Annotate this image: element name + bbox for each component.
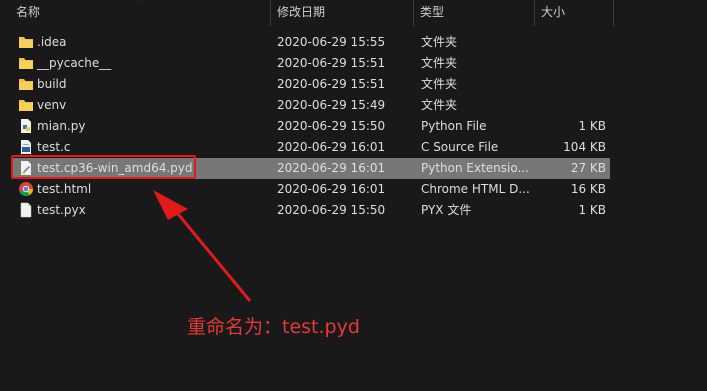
folder-icon (18, 97, 34, 113)
column-divider[interactable] (413, 0, 414, 26)
file-type: Chrome HTML D... (421, 182, 530, 196)
file-name: mian.py (37, 119, 86, 133)
file-date: 2020-06-29 15:50 (277, 203, 386, 217)
file-row[interactable]: .idea 2020-06-29 15:55 文件夹 (12, 32, 610, 53)
file-size (532, 53, 606, 74)
file-type: Python File (421, 119, 487, 133)
file-date: 2020-06-29 15:51 (277, 77, 386, 91)
file-size (532, 74, 606, 95)
column-header-bar: 名称 修改日期 类型 大小 (0, 0, 707, 26)
file-type: 文件夹 (421, 56, 458, 70)
column-header-size[interactable]: 大小 (541, 0, 565, 26)
file-date: 2020-06-29 15:55 (277, 35, 386, 49)
file-size: 27 KB (570, 161, 606, 175)
folder-icon (18, 55, 34, 71)
file-row[interactable]: test.pyx 2020-06-29 15:50 PYX 文件 1 KB (12, 200, 610, 221)
file-size (532, 32, 606, 53)
file-row[interactable]: test.html 2020-06-29 16:01 Chrome HTML D..… (12, 179, 610, 200)
file-name: test.html (37, 182, 92, 196)
column-header-date[interactable]: 修改日期 (277, 0, 325, 26)
folder-icon (18, 76, 34, 92)
file-row[interactable]: venv 2020-06-29 15:49 文件夹 (12, 95, 610, 116)
column-divider[interactable] (613, 0, 614, 26)
file-date: 2020-06-29 16:01 (277, 161, 386, 175)
column-header-type[interactable]: 类型 (420, 0, 444, 26)
file-type: 文件夹 (421, 35, 458, 49)
file-size (532, 95, 606, 116)
blank-file-icon (18, 202, 34, 218)
file-name: build (37, 77, 67, 91)
file-date: 2020-06-29 15:49 (277, 98, 386, 112)
column-divider[interactable] (534, 0, 535, 26)
file-size: 1 KB (578, 119, 606, 133)
chrome-html-icon (18, 181, 34, 197)
file-size: 104 KB (563, 140, 606, 154)
annotation-text: 重命名为：test.pyd (187, 316, 360, 338)
file-type: PYX 文件 (421, 203, 472, 217)
file-date: 2020-06-29 15:51 (277, 56, 386, 70)
file-name: venv (37, 98, 67, 112)
file-type: C Source File (421, 140, 499, 154)
arrow-shaft (176, 213, 252, 302)
c-source-file-icon (18, 139, 34, 155)
highlight-box (11, 155, 196, 179)
file-size: 16 KB (570, 182, 606, 196)
file-size: 1 KB (578, 203, 606, 217)
file-date: 2020-06-29 15:50 (277, 119, 386, 133)
sort-chevron-icon (137, 0, 143, 1)
file-type: 文件夹 (421, 77, 458, 91)
folder-icon (18, 34, 34, 50)
file-date: 2020-06-29 16:01 (277, 140, 386, 154)
file-name: __pycache__ (37, 56, 112, 70)
column-header-name[interactable]: 名称 (16, 0, 40, 26)
file-type: Python Extensio... (421, 161, 529, 175)
column-divider[interactable] (270, 0, 271, 26)
file-date: 2020-06-29 16:01 (277, 182, 386, 196)
file-name: .idea (37, 35, 67, 49)
python-file-icon (18, 118, 34, 134)
file-row[interactable]: build 2020-06-29 15:51 文件夹 (12, 74, 610, 95)
file-row[interactable]: mian.py 2020-06-29 15:50 Python File 1 KB (12, 116, 610, 137)
file-name: test.pyx (37, 203, 86, 217)
file-type: 文件夹 (421, 98, 458, 112)
file-row[interactable]: __pycache__ 2020-06-29 15:51 文件夹 (12, 53, 610, 74)
